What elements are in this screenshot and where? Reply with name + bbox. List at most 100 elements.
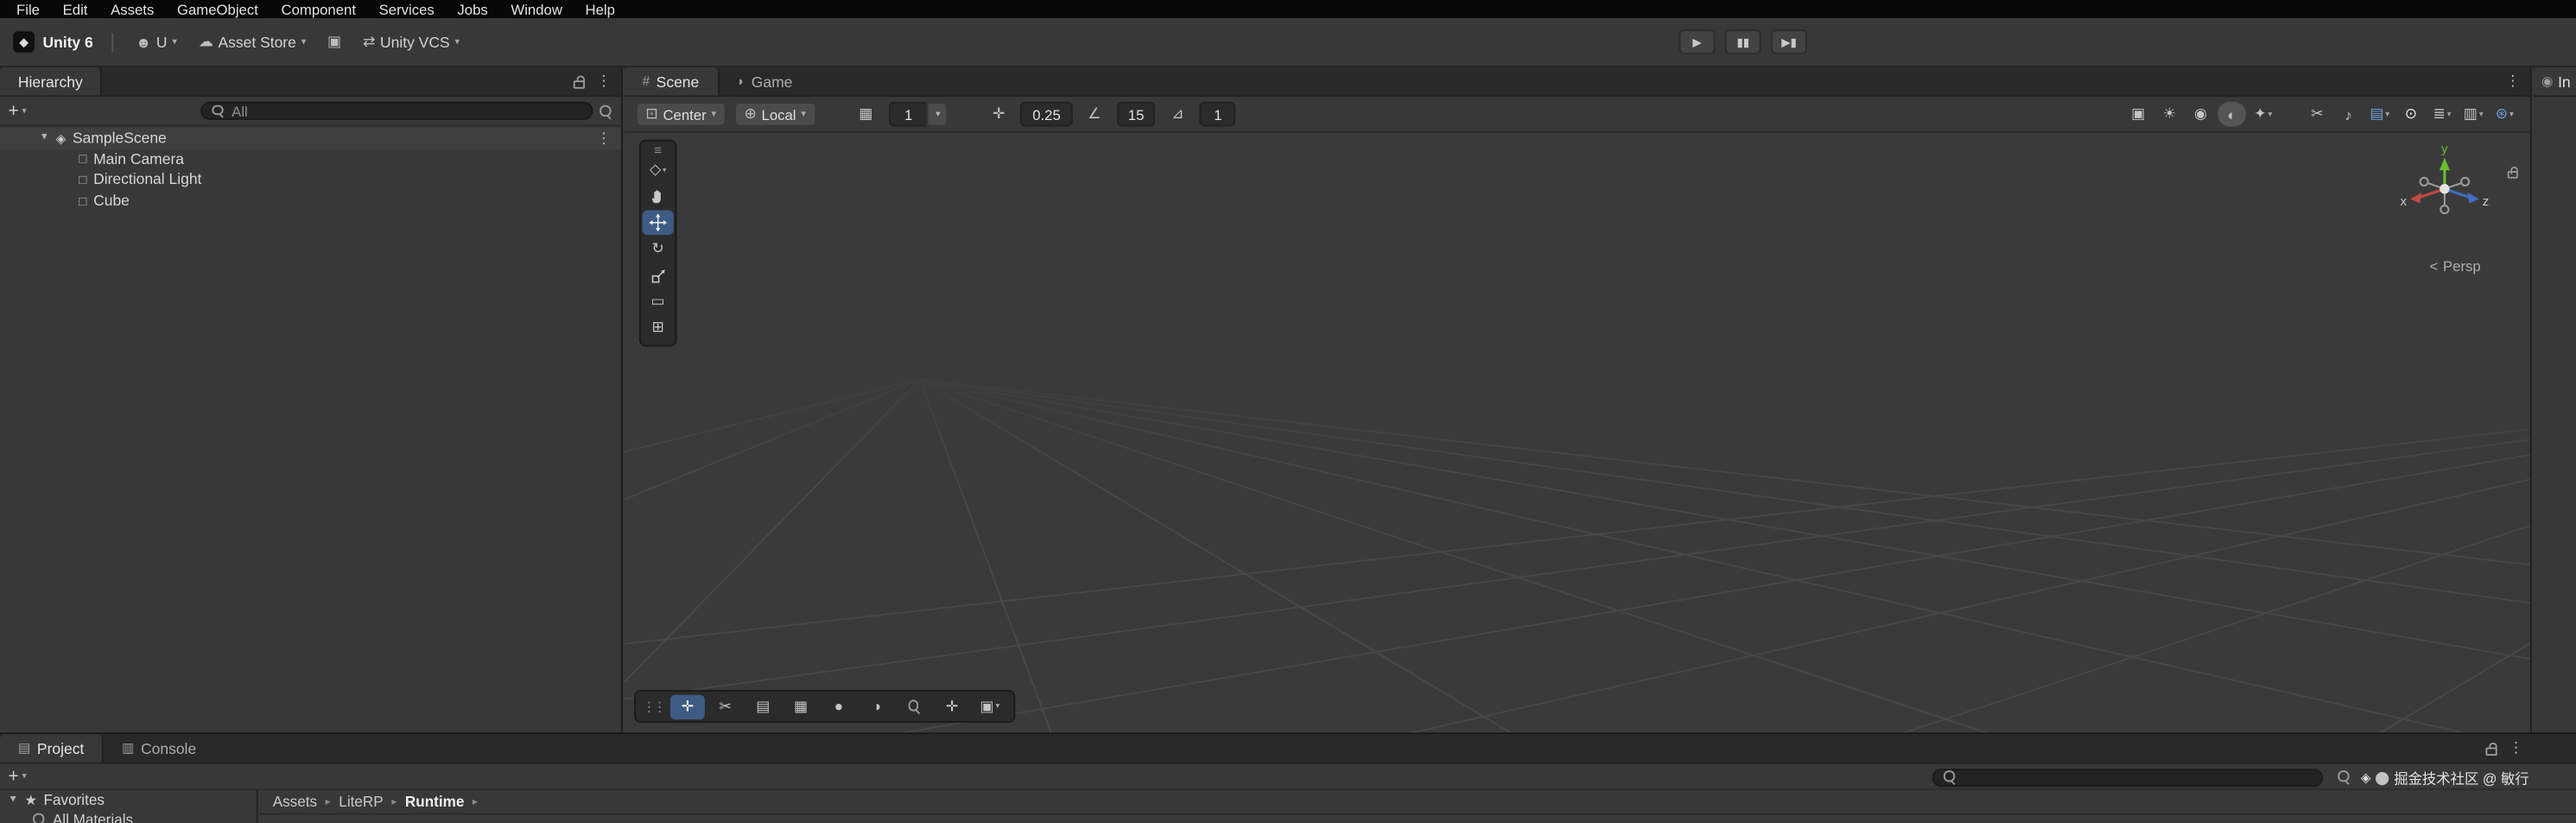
create-object-button[interactable]: + ▾: [0, 102, 35, 120]
tab-scene[interactable]: # Scene: [624, 66, 720, 96]
overlay-sphere-tool[interactable]: ●: [822, 694, 856, 719]
hierarchy-search-placeholder: All: [232, 102, 248, 119]
scale-tool[interactable]: [643, 263, 674, 288]
hierarchy-scene-row[interactable]: ▼ ◈ SampleScene ⋮: [0, 128, 621, 149]
overlay-drag-handle[interactable]: ⋮⋮: [643, 699, 667, 713]
grid-size-dropdown[interactable]: 1 ▾: [888, 101, 949, 127]
rect-tool[interactable]: ▭: [643, 289, 674, 314]
rotate-tool[interactable]: ↻: [643, 237, 674, 262]
tab-hierarchy[interactable]: Hierarchy: [0, 66, 103, 96]
snap-move-icon[interactable]: ✛: [985, 102, 1012, 127]
orientation-gizmo[interactable]: y x z: [2399, 140, 2491, 233]
account-menu-button[interactable]: ☻ U ▾: [128, 30, 186, 54]
layout-window-button[interactable]: ▣: [320, 29, 350, 54]
project-search-input[interactable]: [1932, 768, 2324, 787]
gizmos-dropdown[interactable]: ⊛ ▾: [2490, 102, 2518, 127]
overlay-grid-tool[interactable]: ▦: [784, 694, 818, 719]
menu-services[interactable]: Services: [367, 1, 446, 17]
hierarchy-search-input[interactable]: All: [200, 101, 593, 120]
move-icon: ✛: [681, 697, 695, 714]
tool-handle-rotation-dropdown[interactable]: ⊕ Local ▾: [734, 101, 816, 127]
hierarchy-item-cube[interactable]: □ Cube: [0, 190, 621, 211]
all-materials-row[interactable]: All Materials: [0, 810, 257, 823]
menu-window[interactable]: Window: [499, 1, 574, 17]
lock-icon[interactable]: [2485, 742, 2497, 756]
overlay-paint-tool[interactable]: ◑: [860, 694, 894, 719]
hand-tool[interactable]: [643, 184, 674, 209]
expand-icon[interactable]: ▼: [9, 795, 18, 805]
breadcrumb-runtime[interactable]: Runtime: [405, 794, 464, 810]
projection-label[interactable]: < Persp: [2430, 258, 2481, 275]
overlay-move-tool[interactable]: ✛: [669, 693, 705, 719]
transform-tool[interactable]: ⊞: [643, 315, 674, 340]
overlay-camera-tool[interactable]: ▣ ▾: [973, 694, 1007, 719]
tab-console[interactable]: ▥ Console: [104, 734, 214, 762]
menu-edit[interactable]: Edit: [51, 1, 98, 17]
camera-preview-toggle[interactable]: ▣: [2124, 102, 2152, 127]
panel-menu-icon[interactable]: ⋮: [596, 73, 611, 91]
hierarchy-item-main-camera[interactable]: □ Main Camera: [0, 149, 621, 169]
scene-lighting-toggle[interactable]: ☀: [2155, 102, 2183, 127]
move-snap-field[interactable]: 0.25: [1020, 101, 1073, 127]
search-filter-icon[interactable]: [2334, 769, 2354, 785]
scene-visibility-toggle[interactable]: ⊙: [2397, 102, 2425, 127]
grid-icon: ▦: [794, 697, 809, 714]
scene-effects-toggle[interactable]: ◐: [2218, 101, 2246, 127]
project-tabbar: ▤ Project ▥ Console ⋮: [0, 734, 2576, 764]
main-area: Hierarchy ⋮ + ▾ All ▼ ◈ SampleScene ⋮ □ …: [0, 66, 2576, 733]
menu-component[interactable]: Component: [270, 1, 367, 17]
menu-file[interactable]: File: [5, 1, 52, 17]
layers-stack-dropdown[interactable]: ≣ ▾: [2428, 102, 2456, 127]
scene-cut-toggle[interactable]: ✂: [2303, 102, 2331, 127]
project-content-area[interactable]: [259, 814, 2576, 823]
view-options-dropdown[interactable]: ◇ ▾: [643, 158, 674, 183]
overlay-zoom-tool[interactable]: [897, 694, 931, 719]
expand-icon[interactable]: ▼: [36, 134, 53, 143]
camera-settings-dropdown[interactable]: ▥ ▾: [2459, 102, 2487, 127]
effects-dropdown[interactable]: ✦ ▾: [2249, 102, 2277, 127]
tool-handle-position-dropdown[interactable]: ⊡ Center ▾: [635, 101, 726, 127]
scale-snap-field[interactable]: 1: [1200, 101, 1236, 127]
snap-scale-icon[interactable]: ⊿: [1164, 102, 1191, 127]
asset-store-button[interactable]: ☁ Asset Store ▾: [190, 29, 314, 54]
tab-inspector[interactable]: ◉ In: [2533, 66, 2576, 96]
overlay-terrain-tool[interactable]: ▤: [746, 694, 780, 719]
hierarchy-panel: Hierarchy ⋮ + ▾ All ▼ ◈ SampleScene ⋮ □ …: [0, 66, 623, 733]
favorites-row[interactable]: ▼ ★ Favorites: [0, 790, 257, 810]
lock-icon[interactable]: [573, 75, 586, 88]
step-button[interactable]: ▶▮: [1771, 29, 1807, 54]
search-filter-icon[interactable]: [596, 104, 616, 120]
chevron-down-icon[interactable]: ▾: [927, 101, 949, 127]
pause-button[interactable]: ▮▮: [1724, 29, 1761, 54]
breadcrumb-separator-icon: ▸: [391, 796, 397, 808]
overlay-move2-tool[interactable]: ✛: [935, 694, 969, 719]
unity-vcs-button[interactable]: ⇄ Unity VCS ▾: [354, 29, 467, 54]
overlay-cut-tool[interactable]: ✂: [708, 694, 743, 719]
scene-audio-toggle[interactable]: ◉: [2186, 102, 2214, 127]
scene-tab-label: Scene: [656, 73, 700, 90]
move-tool[interactable]: [642, 210, 674, 236]
rotation-snap-field[interactable]: 15: [1116, 101, 1156, 127]
tab-project[interactable]: ▤ Project: [0, 734, 105, 763]
tab-game[interactable]: ◗ Game: [719, 67, 810, 95]
panel-menu-icon[interactable]: ⋮: [2509, 739, 2523, 757]
scene-viewport[interactable]: ≡ ◇ ▾ ↻ ▭ ⊞ ⋮⋮ ✛ ✂ ▤ ▦ ● ◑ ✛ ▣ ▾ y x z <…: [624, 133, 2530, 733]
breadcrumb-assets[interactable]: Assets: [273, 794, 317, 810]
hierarchy-item-directional-light[interactable]: □ Directional Light: [0, 169, 621, 190]
menu-help[interactable]: Help: [574, 1, 626, 17]
menu-jobs[interactable]: Jobs: [446, 1, 499, 17]
audio-mute-toggle[interactable]: ♪: [2334, 102, 2362, 127]
panel-menu-icon[interactable]: ⋮: [2505, 73, 2520, 91]
create-asset-button[interactable]: + ▾: [0, 767, 35, 785]
menu-assets[interactable]: Assets: [99, 1, 166, 17]
overlay-drag-handle[interactable]: ≡: [654, 143, 662, 156]
grid-visibility-toggle[interactable]: ▦: [852, 102, 879, 127]
snap-rotate-icon[interactable]: ∠: [1081, 102, 1108, 127]
scene-menu-icon[interactable]: ⋮: [596, 130, 611, 148]
breadcrumb-literp[interactable]: LiteRP: [339, 794, 383, 810]
gizmo-lock-icon[interactable]: [2507, 159, 2518, 186]
menu-gameobject[interactable]: GameObject: [166, 1, 270, 17]
layers-visibility-dropdown[interactable]: ▤ ▾: [2366, 102, 2394, 127]
chevron-down-icon: ▾: [663, 165, 667, 174]
play-button[interactable]: ▶: [1678, 29, 1716, 54]
